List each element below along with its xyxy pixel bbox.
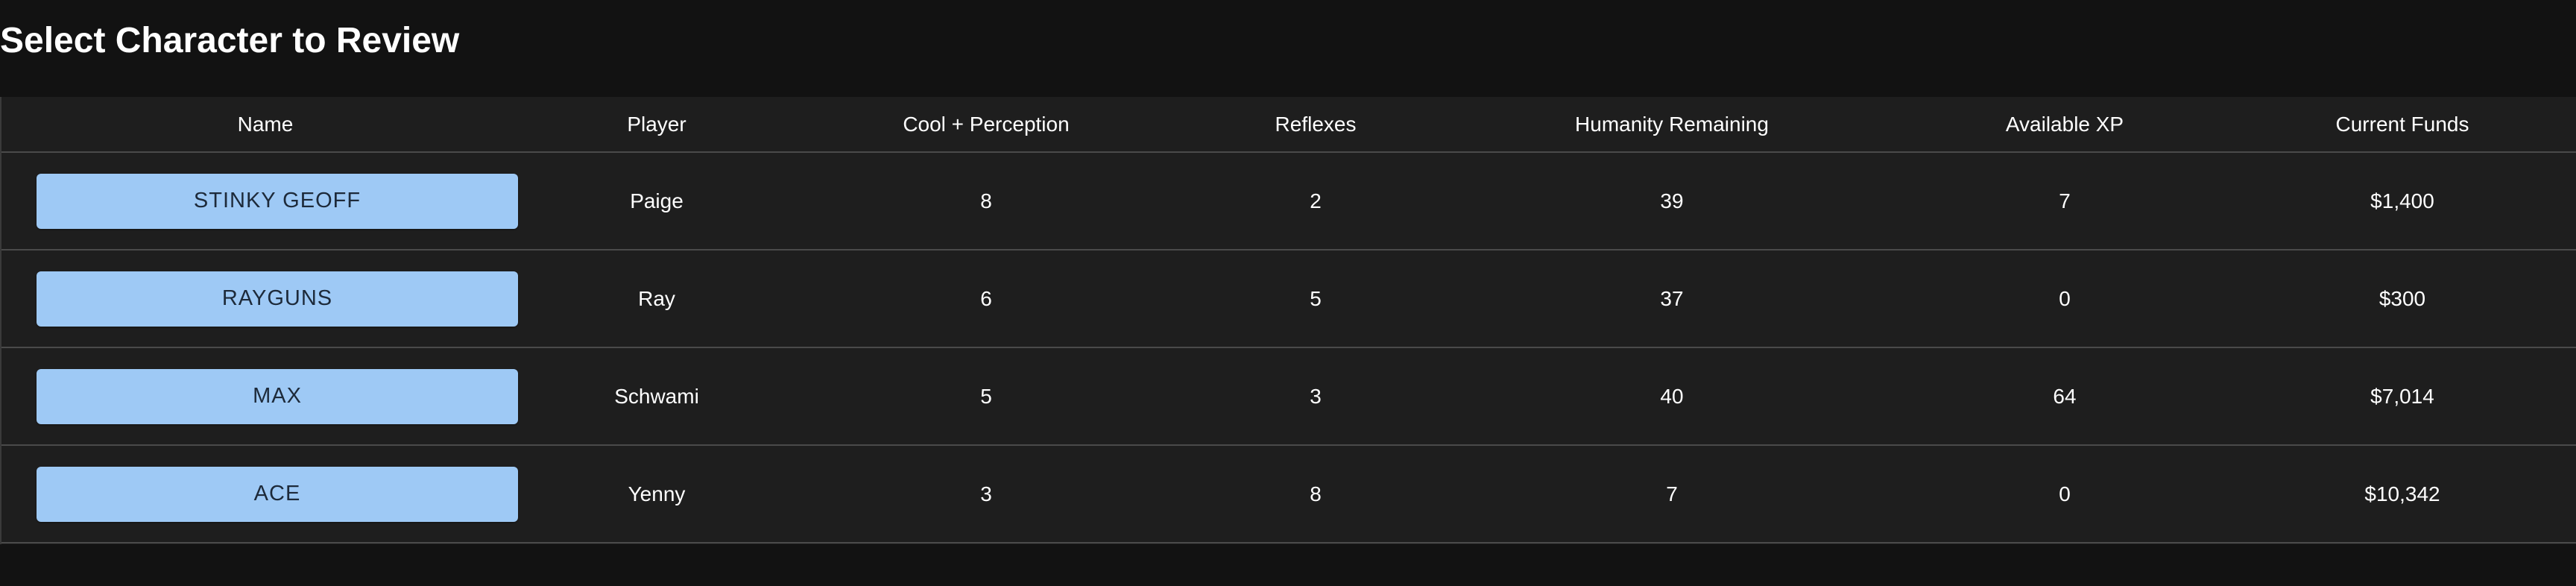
humanity-cell: 37 <box>1660 286 1684 310</box>
reflexes-cell: 8 <box>1310 482 1322 505</box>
xp-cell: 0 <box>2059 482 2071 505</box>
character-button-ace[interactable]: ACE <box>37 466 518 522</box>
cool-perception-cell: 3 <box>980 482 992 505</box>
page-title: Select Character to Review <box>0 21 460 60</box>
character-button-max[interactable]: MAX <box>37 368 518 424</box>
humanity-cell: 39 <box>1660 189 1684 212</box>
column-header-funds: Current Funds <box>2335 112 2469 136</box>
column-header-name: Name <box>237 112 294 136</box>
table-row: STINKY GEOFF Paige 8 2 39 7 $1,400 <box>1 152 2576 250</box>
column-header-player: Player <box>627 112 686 136</box>
column-header-xp: Available XP <box>2005 112 2124 136</box>
name-cell: STINKY GEOFF <box>1 152 529 250</box>
name-cell: MAX <box>1 347 529 445</box>
humanity-cell: 7 <box>1666 482 1678 505</box>
character-table-container: Name Player Cool + Perception Reflexes H… <box>0 97 2576 544</box>
table-row: MAX Schwami 5 3 40 64 $7,014 <box>1 347 2576 445</box>
xp-cell: 64 <box>2053 384 2077 408</box>
character-button-stinky-geoff[interactable]: STINKY GEOFF <box>37 173 518 229</box>
humanity-cell: 40 <box>1660 384 1684 408</box>
cool-perception-cell: 5 <box>980 384 992 408</box>
funds-cell: $300 <box>2378 286 2426 310</box>
column-header-cool-perception: Cool + Perception <box>903 112 1070 136</box>
funds-cell: $10,342 <box>2364 482 2440 505</box>
column-header-reflexes: Reflexes <box>1275 112 1357 136</box>
name-cell: RAYGUNS <box>1 250 529 347</box>
name-cell: ACE <box>1 445 529 543</box>
player-cell: Ray <box>638 286 675 310</box>
cool-perception-cell: 8 <box>980 189 992 212</box>
character-button-rayguns[interactable]: RAYGUNS <box>37 271 518 327</box>
funds-cell: $7,014 <box>2370 384 2434 408</box>
xp-cell: 0 <box>2059 286 2071 310</box>
player-cell: Schwami <box>614 384 699 408</box>
funds-cell: $1,400 <box>2370 189 2434 212</box>
cool-perception-cell: 6 <box>980 286 992 310</box>
reflexes-cell: 2 <box>1310 189 1322 212</box>
player-cell: Yenny <box>628 482 686 505</box>
table-header-row: Name Player Cool + Perception Reflexes H… <box>1 97 2576 152</box>
character-table: Name Player Cool + Perception Reflexes H… <box>1 97 2576 544</box>
reflexes-cell: 5 <box>1310 286 1322 310</box>
player-cell: Paige <box>630 189 684 212</box>
reflexes-cell: 3 <box>1310 384 1322 408</box>
column-header-humanity: Humanity Remaining <box>1575 112 1769 136</box>
table-row: ACE Yenny 3 8 7 0 $10,342 <box>1 445 2576 543</box>
table-row: RAYGUNS Ray 6 5 37 0 $300 <box>1 250 2576 347</box>
xp-cell: 7 <box>2059 189 2071 212</box>
